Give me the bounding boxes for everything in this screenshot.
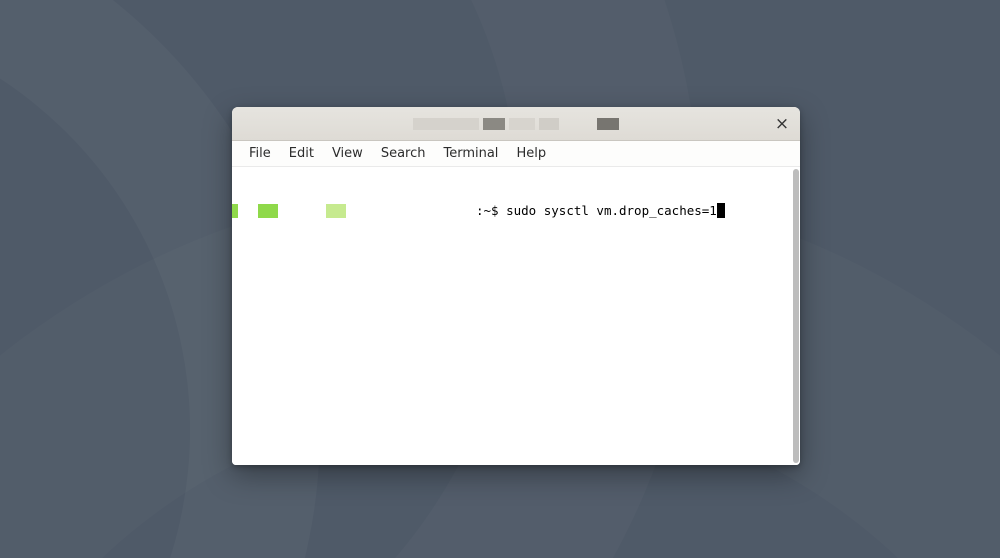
terminal-line: :~$ sudo sysctl vm.drop_caches=1 <box>232 203 792 219</box>
text-cursor <box>717 203 725 218</box>
prompt-highlight <box>232 204 238 218</box>
menu-view[interactable]: View <box>323 143 372 164</box>
terminal-window: × File Edit View Search Terminal Help :~… <box>232 107 800 465</box>
menu-edit[interactable]: Edit <box>280 143 323 164</box>
vertical-scrollbar[interactable] <box>792 167 800 465</box>
menu-file[interactable]: File <box>240 143 280 164</box>
command-text: sudo sysctl vm.drop_caches=1 <box>506 203 717 219</box>
menubar: File Edit View Search Terminal Help <box>232 141 800 167</box>
menu-terminal[interactable]: Terminal <box>434 143 507 164</box>
close-glyph: × <box>775 114 789 134</box>
close-icon[interactable]: × <box>770 112 794 136</box>
prompt-suffix: :~$ <box>476 203 506 219</box>
terminal-area[interactable]: :~$ sudo sysctl vm.drop_caches=1 <box>232 167 800 465</box>
menu-help[interactable]: Help <box>507 143 555 164</box>
menu-search[interactable]: Search <box>372 143 435 164</box>
terminal-body[interactable]: :~$ sudo sysctl vm.drop_caches=1 <box>232 167 792 465</box>
window-title-obscured <box>413 118 619 130</box>
prompt-highlight <box>326 204 346 218</box>
titlebar[interactable]: × <box>232 107 800 141</box>
scrollbar-thumb[interactable] <box>793 169 799 463</box>
prompt-highlight <box>258 204 278 218</box>
